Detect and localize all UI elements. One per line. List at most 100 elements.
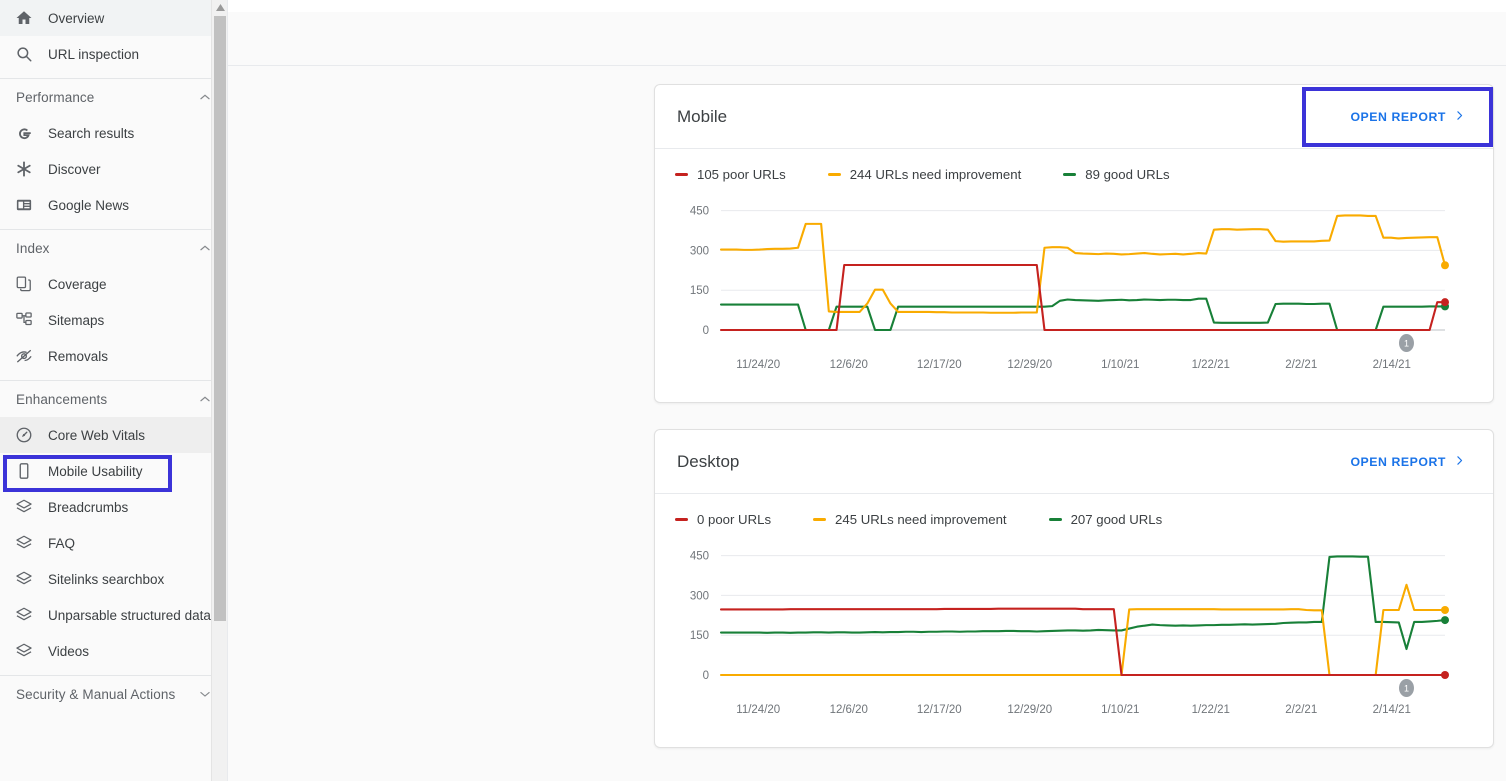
sidebar-group-header-security-manual-actions[interactable]: Security & Manual Actions [0, 676, 228, 712]
chevron-up-icon[interactable] [198, 90, 212, 104]
sidebar-item-label: Google News [48, 198, 129, 213]
series-end-dot-URLs-need-improvement [1441, 261, 1449, 269]
sidebar-scrollbar-thumb[interactable] [214, 16, 226, 621]
x-axis-tick-label: 12/17/20 [917, 704, 962, 716]
sidebar-item-faq[interactable]: FAQ [0, 525, 228, 561]
pages-icon [14, 274, 34, 294]
chart-annotation-badge[interactable]: 1 [1399, 334, 1414, 352]
sidebar-item-label: Mobile Usability [48, 464, 143, 479]
sidebar-item-url-inspection[interactable]: URL inspection [0, 36, 228, 72]
sidebar-item-label: Sitelinks searchbox [48, 572, 164, 587]
chart-legend: 105 poor URLs 244 URLs need improvement 89… [655, 149, 1493, 182]
open-report-button[interactable]: OPEN REPORT [1340, 444, 1469, 480]
sidebar-group-header-enhancements[interactable]: Enhancements [0, 381, 228, 417]
chart-plot: 015030045011/24/2012/6/2012/17/2012/29/2… [655, 533, 1495, 733]
svg-text:1: 1 [1404, 684, 1409, 694]
chart-annotation-badge[interactable]: 1 [1399, 679, 1414, 697]
legend-label: 89 good URLs [1085, 167, 1169, 182]
mobile-phone-icon [14, 461, 34, 481]
sidebar-item-google-news[interactable]: Google News [0, 187, 228, 223]
legend-item[interactable]: 245 URLs need improvement [813, 512, 1007, 527]
legend-swatch-poor [675, 518, 688, 522]
sidebar-item-core-web-vitals[interactable]: Core Web Vitals [0, 417, 228, 453]
layers-icon [14, 641, 34, 661]
sidebar-item-unparsable-structured-data[interactable]: Unparsable structured data [0, 597, 228, 633]
sidebar-item-label: Sitemaps [48, 313, 104, 328]
sidebar-item-discover[interactable]: Discover [0, 151, 228, 187]
sidebar-group-label: Index [16, 241, 50, 256]
legend-swatch-needs_improvement [813, 518, 826, 522]
y-axis-tick-label: 150 [690, 285, 709, 297]
legend-label: 207 good URLs [1071, 512, 1163, 527]
y-axis-tick-label: 0 [703, 325, 709, 337]
speedometer-icon [14, 425, 34, 445]
legend-item[interactable]: 244 URLs need improvement [828, 167, 1022, 182]
sidebar-item-label: Coverage [48, 277, 107, 292]
search-console-app: Overview URL inspection Performance Search … [0, 0, 1506, 781]
layers-icon [14, 497, 34, 517]
legend-item[interactable]: 207 good URLs [1049, 512, 1163, 527]
sidebar-item-label: Unparsable structured data [48, 608, 211, 623]
series-end-dot-poor-URLs [1441, 298, 1449, 306]
chevron-down-icon[interactable] [198, 687, 212, 701]
scroll-up-arrow-icon[interactable] [212, 0, 228, 14]
legend-label: 244 URLs need improvement [850, 167, 1022, 182]
x-axis-tick-label: 2/14/21 [1373, 704, 1411, 716]
sidebar-item-label: URL inspection [48, 47, 139, 62]
legend-swatch-good [1063, 173, 1076, 177]
sidebar-item-label: Removals [48, 349, 108, 364]
chevron-right-icon [1454, 109, 1465, 125]
series-line-URLs-need-improvement [721, 215, 1445, 312]
top-white-bar [228, 0, 1506, 12]
sidebar-item-label: Discover [48, 162, 101, 177]
sidebar-group-index: Index Coverage Sitemaps Removals [0, 230, 228, 374]
search-icon [14, 44, 34, 64]
top-toolbar-strip [228, 12, 1506, 65]
legend-item[interactable]: 89 good URLs [1063, 167, 1169, 182]
svg-text:1: 1 [1404, 339, 1409, 349]
home-icon [14, 8, 34, 28]
chart-area: 015030045011/24/2012/6/2012/17/2012/29/2… [655, 188, 1493, 388]
legend-label: 105 poor URLs [697, 167, 786, 182]
x-axis-tick-label: 11/24/20 [736, 359, 780, 371]
legend-swatch-good [1049, 518, 1062, 522]
layers-icon [14, 533, 34, 553]
main-content: MobileOPEN REPORT105 poor URLs244 URLs n… [228, 0, 1506, 781]
google-news-icon [14, 195, 34, 215]
sidebar-item-label: Breadcrumbs [48, 500, 128, 515]
chevron-up-icon[interactable] [198, 392, 212, 406]
sidebar-item-breadcrumbs[interactable]: Breadcrumbs [0, 489, 228, 525]
x-axis-tick-label: 1/10/21 [1101, 359, 1139, 371]
series-end-dot-URLs-need-improvement [1441, 606, 1449, 614]
sidebar-group-header-index[interactable]: Index [0, 230, 228, 266]
sidebar-group-performance: Performance Search results Discover Google … [0, 79, 228, 223]
sidebar-item-overview[interactable]: Overview [0, 0, 228, 36]
sidebar-group-enhancements: EnhancementsCore Web Vitals Mobile Usabil… [0, 381, 228, 669]
sidebar-item-mobile-usability[interactable]: Mobile Usability [0, 453, 228, 489]
sitemap-icon [14, 310, 34, 330]
sidebar-item-removals[interactable]: Removals [0, 338, 228, 374]
sidebar-item-search-results[interactable]: Search results [0, 115, 228, 151]
x-axis-tick-label: 2/2/21 [1285, 359, 1317, 371]
legend-item[interactable]: 105 poor URLs [675, 167, 786, 182]
chevron-up-icon[interactable] [198, 241, 212, 255]
y-axis-tick-label: 450 [690, 551, 709, 563]
sidebar-item-sitelinks-searchbox[interactable]: Sitelinks searchbox [0, 561, 228, 597]
layers-icon [14, 605, 34, 625]
chart-area: 015030045011/24/2012/6/2012/17/2012/29/2… [655, 533, 1493, 733]
chevron-right-icon [1454, 454, 1465, 470]
legend-item[interactable]: 0 poor URLs [675, 512, 771, 527]
sidebar-item-videos[interactable]: Videos [0, 633, 228, 669]
sidebar: Overview URL inspection Performance Search … [0, 0, 228, 781]
open-report-button[interactable]: OPEN REPORT [1340, 99, 1469, 135]
sidebar-group-header-performance[interactable]: Performance [0, 79, 228, 115]
x-axis-tick-label: 1/22/21 [1192, 704, 1230, 716]
sidebar-item-sitemaps[interactable]: Sitemaps [0, 302, 228, 338]
series-end-dot-poor-URLs [1441, 671, 1449, 679]
sidebar-item-coverage[interactable]: Coverage [0, 266, 228, 302]
legend-label: 0 poor URLs [697, 512, 771, 527]
sidebar-scrollbar[interactable] [211, 0, 227, 781]
top-divider [228, 65, 1506, 66]
sidebar-group-label: Performance [16, 90, 94, 105]
y-axis-tick-label: 300 [690, 590, 709, 602]
